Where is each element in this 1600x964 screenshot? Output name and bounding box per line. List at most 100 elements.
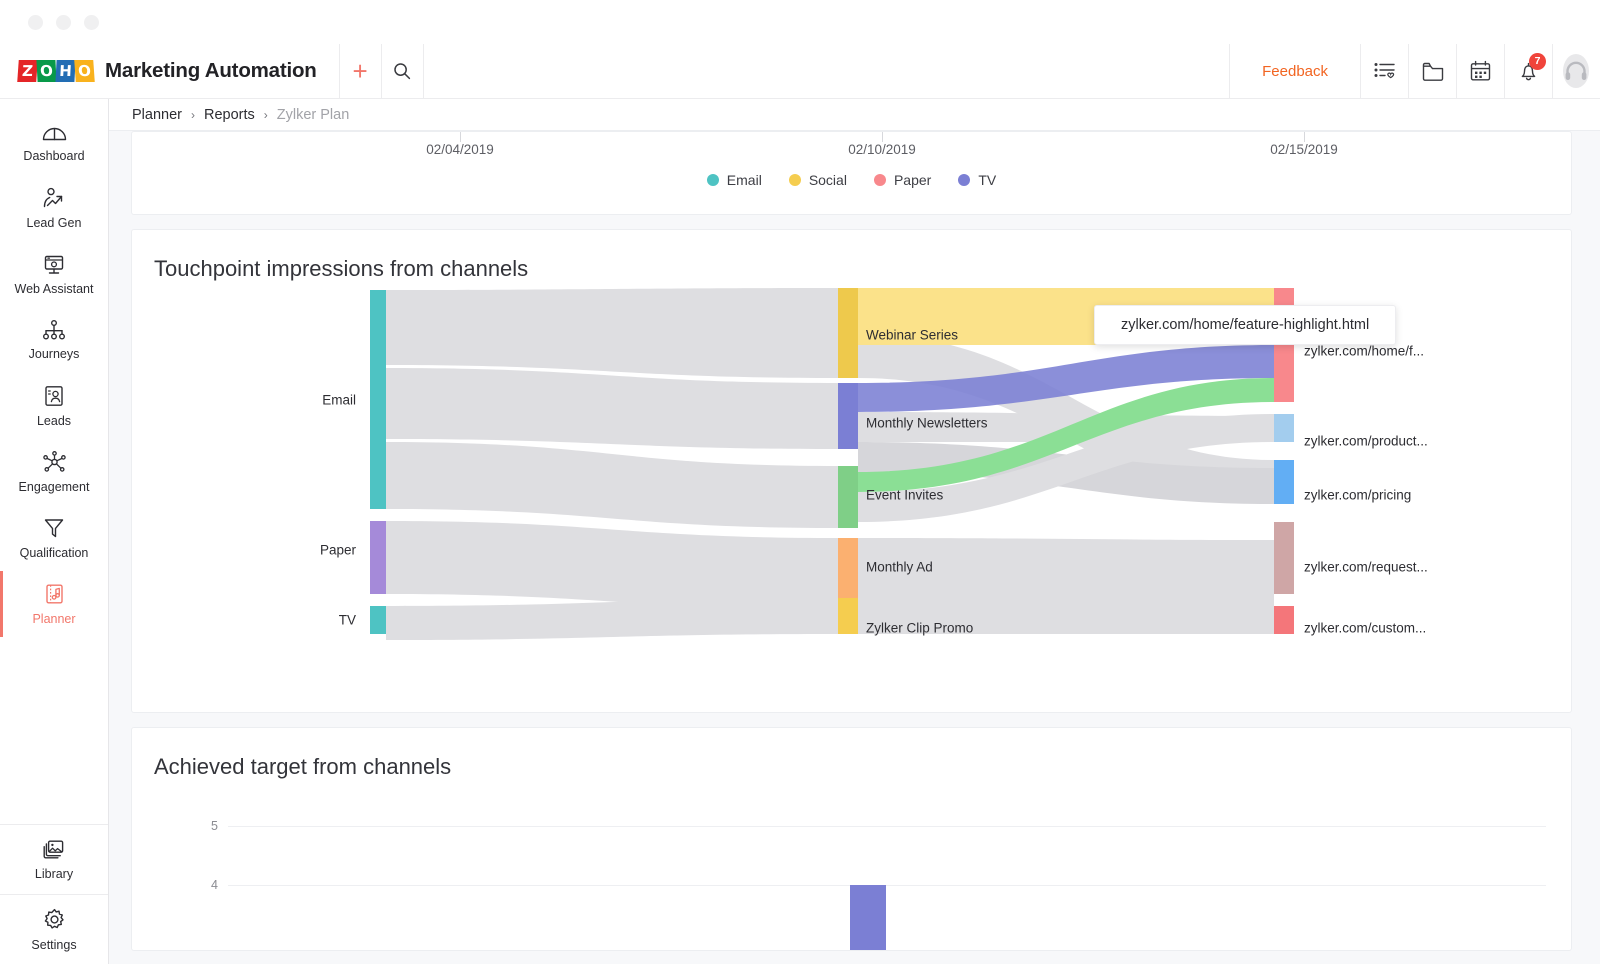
plus-icon: + [353,58,368,84]
sidebar-item-label: Dashboard [23,149,84,163]
sankey-label-paper: Paper [320,543,356,558]
window-close-button[interactable] [28,15,43,30]
header-actions: Feedback [1229,44,1600,99]
sankey-label-event-invites: Event Invites [866,488,943,503]
sankey-node-request [1274,522,1294,594]
sidebar-item-label: Engagement [19,480,90,494]
window-chrome [0,0,1600,44]
sidebar-item-leads[interactable]: Leads [0,373,108,439]
sidebar-item-label: Lead Gen [27,216,82,230]
sidebar-item-label: Settings [31,938,76,952]
sankey-label-product: zylker.com/product... [1304,434,1428,449]
avatar [1563,54,1589,88]
zoho-logo-letter: H [55,60,75,82]
sankey-nodes-channels[interactable] [370,290,386,634]
bar-chart[interactable]: 5 4 [132,780,1571,950]
sidebar-secondary-nav: Library Settings [0,824,108,964]
legend-swatch-icon [874,174,886,186]
sankey-node-product [1274,414,1294,442]
breadcrumb-separator: › [191,108,195,122]
add-button[interactable]: + [340,44,381,99]
sidebar-item-dashboard[interactable]: Dashboard [0,109,108,175]
feedback-button[interactable]: Feedback [1230,63,1360,80]
leads-icon [42,384,66,408]
legend-label: TV [978,172,996,188]
y-axis-label: 4 [211,878,218,892]
card-title-touchpoint-impressions: Touchpoint impressions from channels [132,230,1571,282]
legend-label: Social [809,172,847,188]
sankey-node-email [370,290,386,509]
sidebar-item-web-assistant[interactable]: Web Assistant [0,241,108,307]
web-assistant-icon [41,252,67,276]
sidebar-item-journeys[interactable]: Journeys [0,307,108,373]
window-maximize-button[interactable] [84,15,99,30]
activity-list-icon [1373,60,1397,82]
sidebar-item-library[interactable]: Library [0,824,108,894]
window-minimize-button[interactable] [56,15,71,30]
sidebar-item-settings[interactable]: Settings [0,894,108,964]
sankey-label-email: Email [322,393,356,408]
calendar-icon [1469,60,1492,82]
breadcrumb-item-reports[interactable]: Reports [204,107,255,123]
sankey-label-monthly-ad: Monthly Ad [866,560,933,575]
sidebar-item-qualification[interactable]: Qualification [0,505,108,571]
brand[interactable]: Z O H O Marketing Automation [0,59,317,83]
gauge-icon [41,121,68,143]
notifications-button[interactable]: 7 [1504,44,1552,99]
gridline [228,826,1546,827]
report-scroll-area[interactable]: 02/04/2019 02/10/2019 02/15/2019 Email S… [109,131,1600,964]
breadcrumb-item-planner[interactable]: Planner [132,107,182,123]
sankey-chart[interactable]: Email Paper TV Webinar Series Monthly Ne… [132,282,1571,712]
legend-swatch-icon [958,174,970,186]
x-axis-tick [460,132,461,142]
card-touchpoint-impressions: Touchpoint impressions from channels [131,229,1572,713]
app-header: Z O H O Marketing Automation + Feedback [0,44,1600,99]
sidebar-primary-nav: Dashboard Lead Gen [0,99,108,637]
breadcrumb-separator: › [264,108,268,122]
calendar-button[interactable] [1456,44,1504,99]
zoho-logo-icon: Z O H O [18,60,94,82]
card-channel-trend-chart: 02/04/2019 02/10/2019 02/15/2019 Email S… [131,131,1572,215]
sidebar-item-lead-gen[interactable]: Lead Gen [0,175,108,241]
activity-list-button[interactable] [1360,44,1408,99]
sankey-links-stage1 [386,288,838,640]
sankey-node-zylker-clip-promo [838,598,858,634]
gridline [228,885,1546,886]
library-icon [41,838,67,861]
breadcrumb-item-zylker-plan: Zylker Plan [277,107,350,123]
legend-item-paper[interactable]: Paper [874,172,931,188]
legend-label: Paper [894,172,931,188]
breadcrumb: Planner › Reports › Zylker Plan [109,99,1600,131]
x-axis-tick [882,132,883,142]
sidebar-item-label: Library [35,867,73,881]
sidebar-item-engagement[interactable]: Engagement [0,439,108,505]
sankey-label-custom: zylker.com/custom... [1304,621,1426,636]
body: Dashboard Lead Gen [0,99,1600,964]
x-axis-label: 02/15/2019 [1270,142,1338,157]
y-axis-label: 5 [211,819,218,833]
support-headset-icon [1563,59,1589,83]
x-axis-label: 02/10/2019 [848,142,916,157]
support-button[interactable] [1552,44,1600,99]
sankey-label-webinar-series: Webinar Series [866,328,958,343]
bar[interactable] [850,885,886,950]
sidebar-item-label: Web Assistant [15,282,94,296]
x-axis-label: 02/04/2019 [426,142,494,157]
sankey-label-zylker-clip-promo: Zylker Clip Promo [866,621,973,636]
sankey-node-monthly-newsletters [838,383,858,449]
sankey-node-tv [370,606,386,634]
legend-item-tv[interactable]: TV [958,172,996,188]
sidebar-item-planner[interactable]: Planner [0,571,108,637]
legend-item-social[interactable]: Social [789,172,847,188]
app-title: Marketing Automation [105,59,317,83]
sankey-node-webinar-series [838,288,858,378]
sankey-label-pricing: zylker.com/pricing [1304,488,1411,503]
gear-icon [42,907,67,932]
search-icon [393,62,411,80]
legend-item-email[interactable]: Email [707,172,762,188]
sankey-nodes-touchpoints[interactable] [838,288,858,634]
sidebar-item-label: Leads [37,414,71,428]
sankey-tooltip: zylker.com/home/feature-highlight.html [1094,305,1396,345]
folder-button[interactable] [1408,44,1456,99]
search-button[interactable] [382,44,423,99]
